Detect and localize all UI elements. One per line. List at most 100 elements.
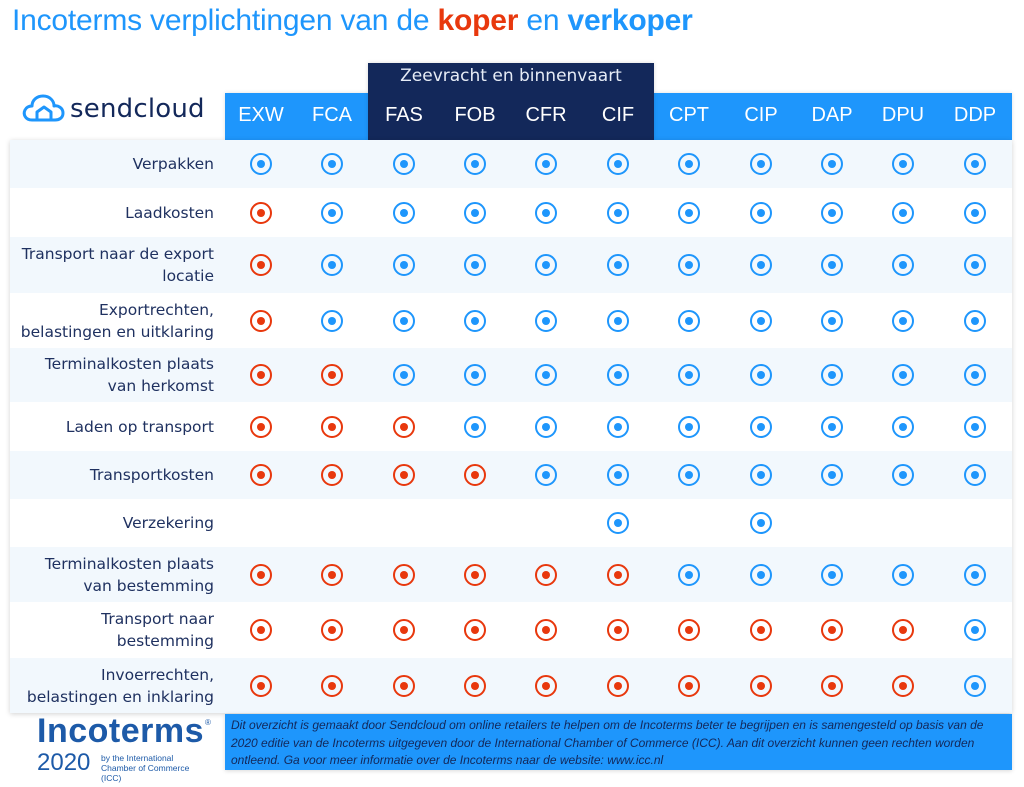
buyer-marker-icon xyxy=(750,674,772,697)
buyer-marker-icon xyxy=(321,563,343,586)
seller-marker-icon xyxy=(607,464,629,486)
column-header-cfr: CFR xyxy=(525,104,567,126)
buyer-marker-icon xyxy=(607,674,629,697)
column-header-ddp: DDP xyxy=(953,104,997,126)
icc-logo-word: Incoterms xyxy=(37,712,204,750)
seller-marker-icon xyxy=(607,201,629,224)
seller-marker-icon xyxy=(892,254,914,276)
buyer-marker-icon xyxy=(464,563,486,586)
buyer-marker-icon xyxy=(393,415,415,438)
seller-marker-icon xyxy=(321,153,343,175)
seller-marker-icon xyxy=(892,364,914,386)
buyer-marker-icon xyxy=(535,674,557,697)
sea-transport-label: Zeevracht en binnenvaart xyxy=(400,66,622,86)
row-label-line: Invoerrechten, xyxy=(101,665,214,684)
seller-marker-icon xyxy=(750,201,772,224)
row-label: Transport naar de export locatie xyxy=(10,237,214,293)
seller-marker-icon xyxy=(393,364,415,386)
buyer-marker-icon xyxy=(464,619,486,641)
row-label-line: van bestemming xyxy=(83,576,214,595)
row-label-line: Verpakken xyxy=(132,155,214,173)
seller-marker-icon xyxy=(393,254,415,276)
seller-marker-icon xyxy=(678,364,700,386)
buyer-marker-icon xyxy=(250,309,272,332)
buyer-marker-icon xyxy=(535,563,557,586)
column-header-fca: FCA xyxy=(312,104,352,126)
seller-marker-icon xyxy=(750,254,772,276)
seller-marker-icon xyxy=(607,153,629,175)
row-label-line: bestemming xyxy=(116,632,214,650)
buyer-marker-icon xyxy=(892,619,914,641)
row-label: Exportrechten, belastingen en uitklaring xyxy=(10,293,214,348)
seller-marker-icon xyxy=(464,309,486,332)
buyer-marker-icon xyxy=(821,674,843,697)
buyer-marker-icon xyxy=(535,619,557,641)
seller-marker-icon xyxy=(464,415,486,438)
seller-marker-icon xyxy=(750,153,772,175)
buyer-marker-icon xyxy=(321,364,343,386)
buyer-marker-icon xyxy=(821,619,843,641)
seller-marker-icon xyxy=(964,619,986,641)
row-label-line: Terminalkosten plaats xyxy=(44,355,214,373)
row-label-line: van herkomst xyxy=(107,377,214,395)
column-header-dap: DAP xyxy=(811,104,853,126)
seller-marker-icon xyxy=(964,309,986,332)
table-row: Laadkosten xyxy=(10,188,1012,237)
seller-marker-icon xyxy=(821,201,843,224)
seller-marker-icon xyxy=(821,309,843,332)
row-label-line: belastingen en inklaring xyxy=(26,687,214,706)
buyer-marker-icon xyxy=(250,619,272,641)
seller-marker-icon xyxy=(678,415,700,438)
row-label-line: Transport naar xyxy=(101,610,214,628)
row-label: Laadkosten xyxy=(10,188,214,237)
table-row: Invoerrechten, belastingen en inklaring xyxy=(10,658,1012,713)
buyer-marker-icon xyxy=(250,254,272,276)
row-label-line: Laadkosten xyxy=(125,203,214,222)
seller-marker-icon xyxy=(464,201,486,224)
table-row: Laden op transport xyxy=(10,402,1012,451)
icc-byline-2: Chamber of Commerce (ICC) xyxy=(101,763,190,783)
row-label: Terminalkosten plaats van bestemming xyxy=(10,547,214,602)
seller-marker-icon xyxy=(892,464,914,486)
seller-marker-icon xyxy=(892,201,914,224)
seller-marker-icon xyxy=(678,464,700,486)
buyer-marker-icon xyxy=(607,619,629,641)
buyer-marker-icon xyxy=(678,619,700,641)
seller-marker-icon xyxy=(535,464,557,486)
page-title: Incoterms verplichtingen van de koper en… xyxy=(12,4,693,38)
seller-marker-icon xyxy=(393,153,415,175)
seller-marker-icon xyxy=(821,464,843,486)
row-label-line: locatie xyxy=(162,267,214,285)
buyer-marker-icon xyxy=(678,674,700,697)
column-header-cif: CIF xyxy=(601,104,635,126)
buyer-marker-icon xyxy=(250,674,272,697)
buyer-marker-icon xyxy=(393,464,415,486)
title-seller-word: verkoper xyxy=(567,4,693,37)
seller-marker-icon xyxy=(892,309,914,332)
column-header-fob: FOB xyxy=(454,104,496,126)
buyer-marker-icon xyxy=(750,619,772,641)
seller-marker-icon xyxy=(750,309,772,332)
column-header-exw: EXW xyxy=(238,104,284,126)
buyer-marker-icon xyxy=(250,563,272,586)
seller-marker-icon xyxy=(464,364,486,386)
obligations-table: Verpakken Laadkosten Transport naar de exp… xyxy=(10,140,1012,713)
row-label-line: Exportrechten, xyxy=(98,300,214,319)
icc-logo-byline: by the International Chamber of Commerce… xyxy=(101,753,211,783)
row-label-line: Verzekering xyxy=(122,514,214,532)
buyer-marker-icon xyxy=(321,464,343,486)
seller-marker-icon xyxy=(964,464,986,486)
seller-marker-icon xyxy=(964,254,986,276)
row-label-line: Terminalkosten plaats xyxy=(44,554,214,573)
row-label-line: Laden op transport xyxy=(65,417,214,436)
seller-marker-icon xyxy=(750,364,772,386)
seller-marker-icon xyxy=(892,415,914,438)
seller-marker-icon xyxy=(678,254,700,276)
seller-marker-icon xyxy=(821,563,843,586)
seller-marker-icon xyxy=(750,415,772,438)
row-label: Invoerrechten, belastingen en inklaring xyxy=(10,658,214,713)
buyer-marker-icon xyxy=(393,563,415,586)
table-row: Terminalkosten plaats van bestemming xyxy=(10,547,1012,602)
table-row: Transport naar bestemming xyxy=(10,602,1012,658)
title-buyer-word: koper xyxy=(437,4,519,37)
